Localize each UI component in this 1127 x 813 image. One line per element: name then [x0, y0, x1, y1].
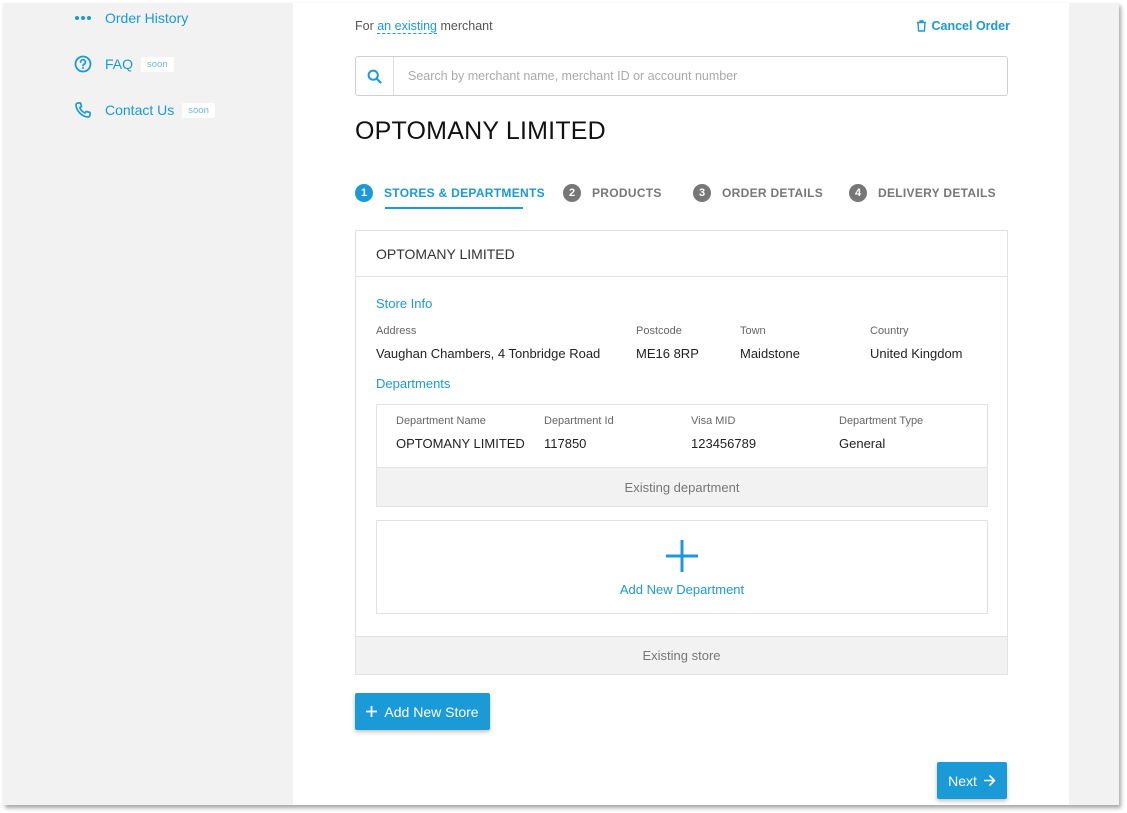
postcode-field: Postcode ME16 8RP [636, 325, 699, 361]
department-card: Department Name OPTOMANY LIMITED Departm… [376, 404, 988, 507]
sidebar-item-contact-us[interactable]: Contact Us soon [73, 100, 215, 120]
department-name-value: OPTOMANY LIMITED [396, 436, 525, 451]
step-label: PRODUCTS [592, 186, 662, 200]
next-button[interactable]: Next [937, 762, 1007, 799]
step-label: DELIVERY DETAILS [878, 186, 996, 200]
plus-icon [665, 539, 699, 578]
departments-heading: Departments [376, 376, 451, 391]
visa-mid-field: Visa MID 123456789 [691, 415, 756, 451]
step-number: 2 [563, 184, 581, 202]
department-id-field: Department Id 117850 [544, 415, 614, 451]
sidebar-item-order-history[interactable]: Order History [73, 8, 188, 28]
dots-icon [73, 8, 93, 28]
country-value: United Kingdom [870, 346, 963, 361]
existing-department-footer: Existing department [377, 467, 987, 506]
add-department-button[interactable]: Add New Department [376, 520, 988, 614]
tab-order-details[interactable]: 3 ORDER DETAILS [693, 181, 823, 205]
tab-products[interactable]: 2 PRODUCTS [563, 181, 662, 205]
sidebar-item-faq[interactable]: FAQ soon [73, 54, 174, 74]
department-type-value: General [839, 436, 886, 451]
postcode-label: Postcode [636, 325, 682, 337]
add-store-button[interactable]: Add New Store [355, 693, 490, 730]
department-id-label: Department Id [544, 415, 614, 427]
store-card-title: OPTOMANY LIMITED [356, 231, 1007, 277]
soon-badge: soon [141, 56, 174, 72]
step-number: 3 [693, 184, 711, 202]
main-content: For an existing merchant Cancel Order OP… [293, 3, 1069, 805]
cancel-order-label: Cancel Order [931, 19, 1010, 33]
town-value: Maidstone [740, 346, 800, 361]
active-step-underline [385, 207, 523, 209]
step-number: 4 [849, 184, 867, 202]
arrow-right-icon [983, 775, 996, 786]
for-prefix: For [355, 19, 374, 33]
country-field: Country United Kingdom [870, 325, 963, 361]
sidebar-item-label: Contact Us [105, 102, 175, 118]
merchant-search [355, 56, 1008, 96]
cancel-order-button[interactable]: Cancel Order [916, 19, 1010, 33]
help-circle-icon [73, 54, 93, 74]
postcode-value: ME16 8RP [636, 346, 699, 361]
department-type-field: Department Type General [839, 415, 923, 451]
plus-icon [366, 706, 378, 717]
merchant-type-line: For an existing merchant [355, 19, 493, 34]
search-icon[interactable] [356, 57, 394, 95]
right-gutter [1069, 3, 1119, 805]
step-label: ORDER DETAILS [722, 186, 824, 200]
next-label: Next [948, 772, 977, 789]
country-label: Country [870, 325, 909, 337]
town-field: Town Maidstone [740, 325, 800, 361]
store-card: OPTOMANY LIMITED Store Info Address Vaug… [355, 230, 1008, 675]
tab-delivery-details[interactable]: 4 DELIVERY DETAILS [849, 181, 996, 205]
step-label: STORES & DEPARTMENTS [384, 186, 545, 200]
trash-icon [916, 20, 927, 32]
sidebar-item-label: FAQ [105, 56, 134, 72]
phone-icon [73, 100, 93, 120]
soon-badge: soon [182, 102, 215, 118]
page-title: OPTOMANY LIMITED [355, 117, 606, 145]
department-id-value: 117850 [544, 436, 587, 451]
address-field: Address Vaughan Chambers, 4 Tonbridge Ro… [376, 325, 600, 361]
existing-merchant-link[interactable]: an existing [377, 19, 437, 34]
existing-store-footer: Existing store [356, 636, 1007, 674]
visa-mid-value: 123456789 [691, 436, 757, 451]
step-number: 1 [355, 184, 373, 202]
town-label: Town [740, 325, 766, 337]
department-name-label: Department Name [396, 415, 486, 427]
store-info-heading: Store Info [376, 296, 433, 311]
search-input[interactable] [394, 69, 1007, 83]
department-name-field: Department Name OPTOMANY LIMITED [396, 415, 525, 451]
for-suffix: merchant [440, 19, 493, 33]
sidebar-item-label: Order History [105, 10, 189, 26]
address-label: Address [376, 325, 417, 337]
tab-stores-departments[interactable]: 1 STORES & DEPARTMENTS [355, 181, 545, 205]
add-store-label: Add New Store [384, 703, 479, 720]
visa-mid-label: Visa MID [691, 415, 736, 427]
department-type-label: Department Type [839, 415, 924, 427]
add-department-label: Add New Department [619, 582, 745, 597]
step-tabs: 1 STORES & DEPARTMENTS 2 PRODUCTS 3 ORDE… [355, 181, 1008, 213]
app-window: Order History FAQ soon Contact Us soon F… [3, 3, 1119, 805]
address-value: Vaughan Chambers, 4 Tonbridge Road [376, 346, 601, 361]
sidebar: Order History FAQ soon Contact Us soon [3, 3, 293, 805]
